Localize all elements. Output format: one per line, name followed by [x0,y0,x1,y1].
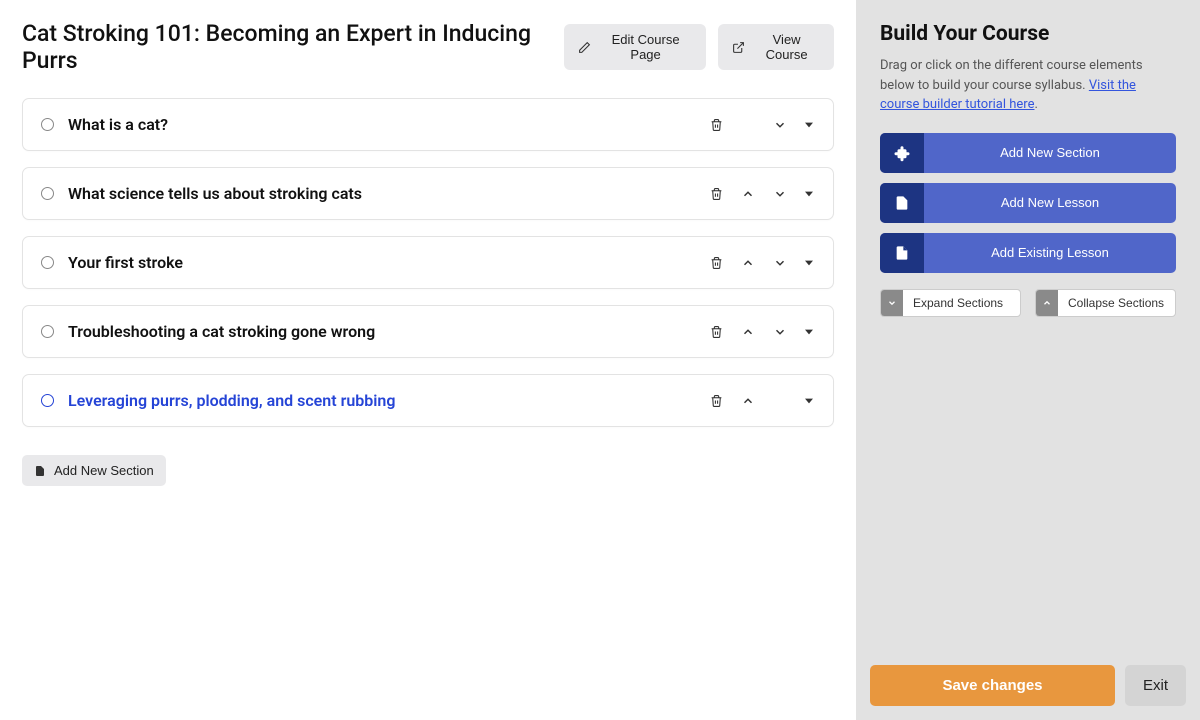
sidebar-description: Drag or click on the different course el… [880,56,1176,115]
view-course-button[interactable]: View Course [718,24,834,70]
chevron-down-icon[interactable] [771,254,789,272]
radio-icon[interactable] [41,325,54,338]
chevron-down-icon[interactable] [771,323,789,341]
section-title: Leveraging purrs, plodding, and scent ru… [68,391,708,410]
collapse-sections-button[interactable]: Collapse Sections [1035,289,1176,317]
add-section-label: Add New Section [54,463,154,478]
chevron-down-icon[interactable] [771,185,789,203]
trash-icon[interactable] [708,392,725,410]
puzzle-icon [880,133,924,173]
add-existing-lesson-big-button[interactable]: Add Existing Lesson [880,233,1176,273]
section-card[interactable]: What is a cat? [22,98,834,151]
radio-icon[interactable] [41,187,54,200]
edit-course-page-button[interactable]: Edit Course Page [564,24,706,70]
header: Cat Stroking 101: Becoming an Expert in … [22,20,834,74]
chevron-up-icon[interactable] [739,392,757,410]
sidebar-content: Build Your Course Drag or click on the d… [856,0,1200,665]
sidebar: Build Your Course Drag or click on the d… [856,0,1200,720]
section-title: What is a cat? [68,115,708,134]
chevron-down-icon [881,290,903,316]
section-actions [708,323,815,341]
exit-button[interactable]: Exit [1125,665,1186,706]
section-actions [708,185,815,203]
trash-icon[interactable] [708,323,725,341]
caret-down-icon[interactable] [803,326,815,338]
section-title: Troubleshooting a cat stroking gone wron… [68,322,708,341]
section-card[interactable]: What science tells us about stroking cat… [22,167,834,220]
section-title: What science tells us about stroking cat… [68,184,708,203]
chevron-down-icon[interactable] [771,116,789,134]
radio-icon[interactable] [41,256,54,269]
expand-label: Expand Sections [903,290,1013,316]
add-new-lesson-big-button[interactable]: Add New Lesson [880,183,1176,223]
trash-icon[interactable] [708,185,725,203]
sidebar-footer: Save changes Exit [856,665,1200,720]
radio-icon[interactable] [41,394,54,407]
page-title: Cat Stroking 101: Becoming an Expert in … [22,20,552,74]
big-button-label: Add Existing Lesson [924,233,1176,273]
sections-list: What is a cat? What science tells us abou… [22,98,834,427]
edit-icon [578,41,591,54]
caret-down-icon[interactable] [803,188,815,200]
page-icon [880,183,924,223]
add-new-section-big-button[interactable]: Add New Section [880,133,1176,173]
edit-button-label: Edit Course Page [599,32,692,62]
main-column: Cat Stroking 101: Becoming an Expert in … [0,0,856,720]
caret-down-icon[interactable] [803,395,815,407]
caret-down-icon[interactable] [803,119,815,131]
sidebar-title: Build Your Course [880,22,1176,46]
caret-down-icon[interactable] [803,257,815,269]
big-button-label: Add New Lesson [924,183,1176,223]
page-fold-icon [880,233,924,273]
document-icon [34,464,46,478]
section-card[interactable]: Troubleshooting a cat stroking gone wron… [22,305,834,358]
section-card[interactable]: Leveraging purrs, plodding, and scent ru… [22,374,834,427]
save-changes-button[interactable]: Save changes [870,665,1115,706]
chevron-up-icon [1036,290,1058,316]
expand-collapse-row: Expand Sections Collapse Sections [880,289,1176,317]
big-button-label: Add New Section [924,133,1176,173]
section-card[interactable]: Your first stroke [22,236,834,289]
radio-icon[interactable] [41,118,54,131]
trash-icon[interactable] [708,254,725,272]
collapse-label: Collapse Sections [1058,290,1174,316]
section-actions [708,392,815,410]
chevron-up-icon[interactable] [739,185,757,203]
section-actions [708,254,815,272]
expand-sections-button[interactable]: Expand Sections [880,289,1021,317]
add-new-section-button[interactable]: Add New Section [22,455,166,486]
section-title: Your first stroke [68,253,708,272]
chevron-up-icon[interactable] [739,254,757,272]
external-link-icon [732,41,745,54]
section-actions [708,116,815,134]
trash-icon[interactable] [708,116,725,134]
chevron-up-icon[interactable] [739,323,757,341]
view-button-label: View Course [753,32,820,62]
